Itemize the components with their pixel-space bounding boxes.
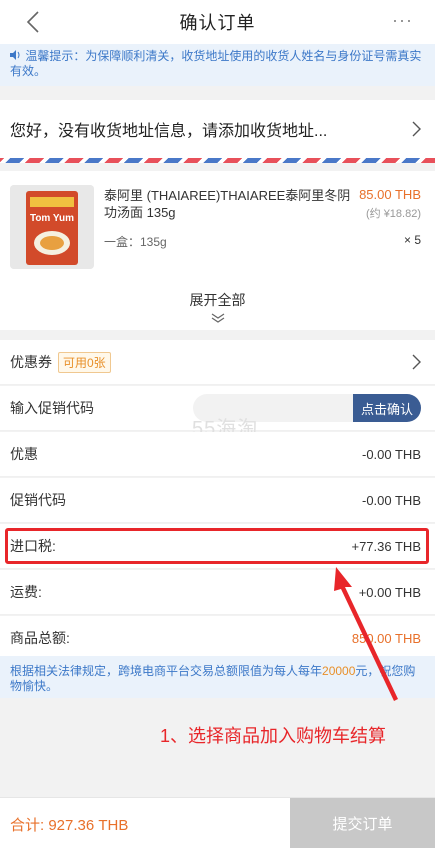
address-prompt: 您好，没有收货地址信息，请添加收货地址...: [10, 123, 328, 140]
product-qty: × 5: [403, 233, 421, 247]
notice-text: 温馨提示：为保障顺利清关，收货地址使用的收货人姓名与身份证号需真实有效。: [10, 49, 422, 78]
product-image: Tom Yum: [10, 185, 94, 269]
discount-row: 优惠 -0.00 THB: [0, 432, 435, 477]
promo-label: 输入促销代码: [10, 400, 94, 416]
chevron-right-icon: [412, 121, 421, 137]
order-total: 合计: 927.36 THB: [10, 817, 129, 834]
footer-bar: 合计: 927.36 THB 提交订单: [0, 797, 435, 848]
fee-label: 促销代码: [10, 492, 66, 508]
annotation-highlight-box: [5, 528, 429, 564]
back-icon[interactable]: [18, 6, 48, 38]
airmail-stripe: [0, 158, 435, 163]
customs-notice: 温馨提示：为保障顺利清关，收货地址使用的收货人姓名与身份证号需真实有效。: [0, 44, 435, 86]
fee-label: 运费:: [10, 584, 42, 600]
expand-all-button[interactable]: 展开全部: [0, 278, 435, 330]
product-card[interactable]: Tom Yum 泰阿里 (THAIAREE)THAIAREE泰阿里冬阴功汤面 1…: [0, 171, 435, 278]
page-title: 确认订单: [179, 13, 256, 33]
annotation-arrow: [334, 567, 398, 701]
coupon-label: 优惠券: [10, 354, 52, 370]
nav-bar: 确认订单 ···: [0, 0, 435, 44]
product-image-label: Tom Yum: [30, 213, 74, 224]
add-address-row[interactable]: 您好，没有收货地址信息，请添加收货地址...: [0, 100, 435, 158]
chevron-right-icon: [412, 354, 421, 370]
product-spec: 一盒：135g: [104, 235, 167, 249]
product-price: 85.00 THB: [359, 187, 421, 202]
fee-label: 商品总额:: [10, 630, 70, 646]
annotation-text: 1、选择商品加入购物车结算: [160, 726, 387, 746]
fee-value: -0.00 THB: [361, 492, 421, 508]
product-name: 泰阿里 (THAIAREE)THAIAREE泰阿里冬阴功汤面 135g: [104, 188, 351, 220]
fee-value: -0.00 THB: [361, 446, 421, 462]
promo-discount-row: 促销代码 -0.00 THB: [0, 478, 435, 523]
confirm-promo-button[interactable]: 点击确认: [353, 394, 421, 422]
double-chevron-down-icon: [211, 313, 224, 323]
speaker-icon: [10, 49, 22, 64]
expand-all-label: 展开全部: [189, 292, 246, 308]
submit-order-button[interactable]: 提交订单: [290, 798, 435, 848]
coupon-row[interactable]: 优惠券 可用0张: [0, 340, 435, 385]
fee-label: 优惠: [10, 446, 38, 462]
coupon-badge: 可用0张: [58, 351, 111, 373]
legal-text: 根据相关法律规定，跨境电商平台交易总额限值为每人每年: [10, 664, 323, 678]
product-price-cny: (约 ¥18.82): [365, 208, 421, 220]
more-icon[interactable]: ···: [392, 10, 413, 31]
